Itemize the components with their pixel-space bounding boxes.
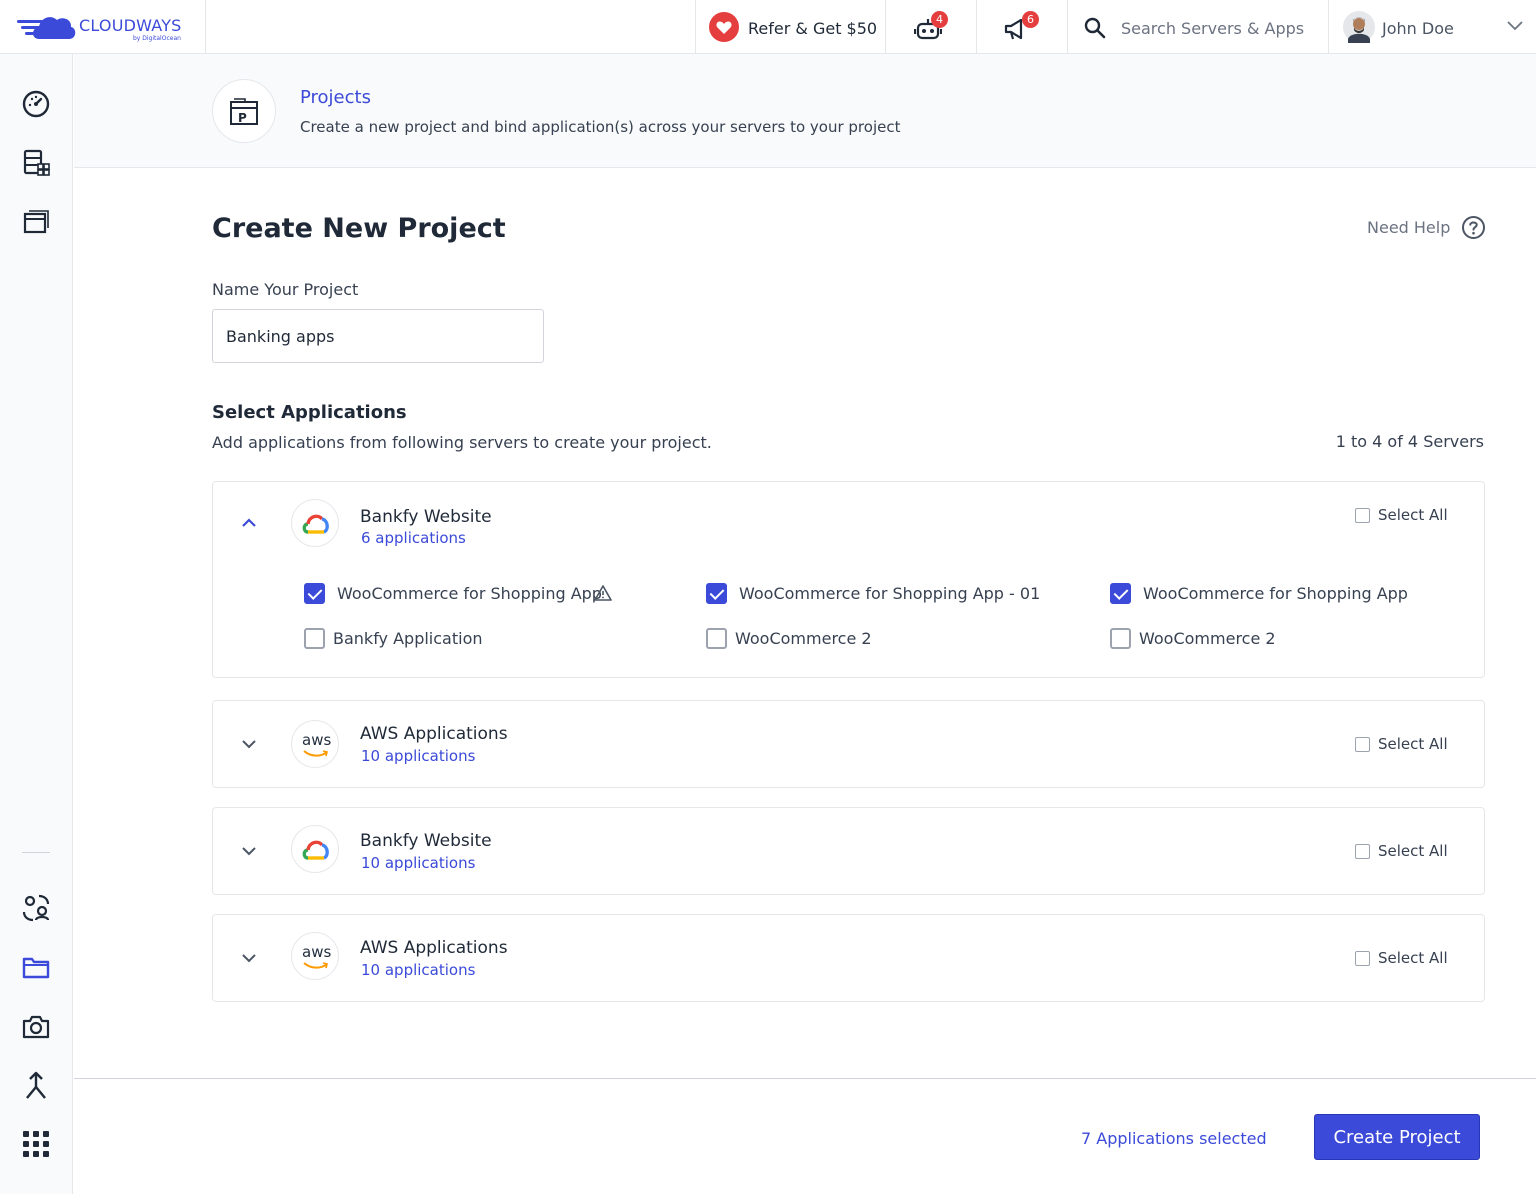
header-description: Create a new project and bind applicatio… bbox=[300, 118, 901, 136]
server-name: Bankfy Website bbox=[360, 831, 492, 851]
avatar bbox=[1343, 11, 1375, 43]
footer-bar: 7 Applications selected Create Project bbox=[74, 1078, 1536, 1194]
bot-badge: 4 bbox=[931, 11, 948, 28]
projects-folder-icon[interactable] bbox=[20, 951, 52, 983]
announcements-button[interactable]: 6 bbox=[976, 0, 1068, 54]
server-name: AWS Applications bbox=[360, 938, 508, 958]
dashboard-gauge-icon[interactable] bbox=[20, 88, 52, 120]
server-card: Bankfy Website 10 applications Select Al… bbox=[212, 807, 1485, 895]
app-label: WooCommerce for Shopping App bbox=[337, 584, 602, 603]
aws-logo-text: aws bbox=[302, 943, 332, 961]
server-apps-count[interactable]: 6 applications bbox=[361, 529, 466, 547]
server-name: Bankfy Website bbox=[360, 507, 492, 527]
app-checkbox[interactable] bbox=[706, 583, 727, 604]
brand-sub: by DigitalOcean bbox=[133, 35, 181, 42]
project-name-input[interactable] bbox=[212, 309, 544, 363]
sidebar bbox=[0, 54, 73, 1194]
aws-logo: aws bbox=[291, 720, 339, 768]
app-checkbox[interactable] bbox=[1110, 628, 1131, 649]
chevron-down-icon[interactable] bbox=[239, 948, 259, 968]
server-apps-count[interactable]: 10 applications bbox=[361, 961, 475, 979]
aws-smile-icon bbox=[303, 750, 328, 757]
google-cloud-icon bbox=[302, 514, 329, 534]
select-all-label: Select All bbox=[1378, 506, 1448, 524]
servers-icon[interactable] bbox=[20, 147, 52, 179]
header-title[interactable]: Projects bbox=[300, 87, 371, 108]
app-label: WooCommerce 2 bbox=[1139, 629, 1276, 648]
page-title: Create New Project bbox=[212, 213, 506, 244]
user-name: John Doe bbox=[1382, 19, 1454, 38]
aws-logo-text: aws bbox=[302, 731, 332, 749]
app-checkbox[interactable] bbox=[304, 583, 325, 604]
server-card: aws AWS Applications 10 applications Sel… bbox=[212, 700, 1485, 788]
select-all-label: Select All bbox=[1378, 735, 1448, 753]
applications-window-icon[interactable] bbox=[20, 206, 52, 238]
select-applications-description: Add applications from following servers … bbox=[212, 433, 712, 452]
svg-text:P: P bbox=[238, 111, 247, 125]
add-on-camera-icon[interactable] bbox=[20, 1011, 52, 1043]
merge-arrow-icon[interactable] bbox=[20, 1070, 52, 1102]
app-label: Bankfy Application bbox=[333, 629, 483, 648]
project-name-label: Name Your Project bbox=[212, 280, 359, 299]
top-bar: CLOUDWAYS by DigitalOcean Refer & Get $5… bbox=[0, 0, 1536, 54]
user-menu[interactable]: John Doe bbox=[1328, 0, 1536, 54]
select-all-label: Select All bbox=[1378, 842, 1448, 860]
app-label: WooCommerce for Shopping App - 01 bbox=[739, 584, 1041, 603]
project-icon-badge: P bbox=[212, 79, 276, 143]
bot-button[interactable]: 4 bbox=[885, 0, 977, 54]
chevron-down-icon bbox=[1507, 21, 1523, 31]
search-box[interactable]: Search Servers & Apps bbox=[1067, 0, 1329, 54]
help-question-icon[interactable] bbox=[1461, 215, 1486, 240]
refer-label: Refer & Get $50 bbox=[748, 19, 878, 38]
apps-grid-icon[interactable] bbox=[20, 1128, 52, 1160]
server-name: AWS Applications bbox=[360, 724, 508, 744]
server-apps-count[interactable]: 10 applications bbox=[361, 747, 475, 765]
google-cloud-icon bbox=[302, 840, 329, 860]
select-all-label: Select All bbox=[1378, 949, 1448, 967]
google-cloud-logo bbox=[291, 825, 339, 873]
app-checkbox[interactable] bbox=[304, 628, 325, 649]
refer-button[interactable]: Refer & Get $50 bbox=[695, 0, 886, 54]
search-icon bbox=[1084, 17, 1106, 39]
select-all-box[interactable] bbox=[1355, 508, 1370, 523]
cloudways-logo[interactable]: CLOUDWAYS by DigitalOcean bbox=[0, 0, 206, 54]
server-card: Bankfy Website 6 applications Select All… bbox=[212, 481, 1485, 678]
cloud-logo-icon bbox=[17, 17, 76, 39]
server-card: aws AWS Applications 10 applications Sel… bbox=[212, 914, 1485, 1002]
team-sync-icon[interactable] bbox=[20, 892, 52, 924]
heart-icon bbox=[709, 12, 739, 42]
chevron-up-icon[interactable] bbox=[239, 513, 259, 533]
aws-smile-icon bbox=[303, 962, 328, 969]
app-label: WooCommerce for Shopping App bbox=[1143, 584, 1408, 603]
chevron-down-icon[interactable] bbox=[239, 841, 259, 861]
app-label: WooCommerce 2 bbox=[735, 629, 872, 648]
aws-logo: aws bbox=[291, 932, 339, 980]
app-checkbox[interactable] bbox=[706, 628, 727, 649]
warning-triangle-icon bbox=[594, 585, 612, 601]
selected-applications-count: 7 Applications selected bbox=[1081, 1129, 1267, 1148]
page-header: P Projects Create a new project and bind… bbox=[74, 54, 1536, 168]
select-applications-title: Select Applications bbox=[212, 402, 407, 423]
select-all-box[interactable] bbox=[1355, 844, 1370, 859]
server-count: 1 to 4 of 4 Servers bbox=[1335, 432, 1484, 451]
select-all-box[interactable] bbox=[1355, 737, 1370, 752]
app-checkbox[interactable] bbox=[1110, 583, 1131, 604]
need-help-link[interactable]: Need Help bbox=[1367, 218, 1450, 237]
project-window-icon: P bbox=[230, 98, 258, 125]
announcements-badge: 6 bbox=[1022, 11, 1039, 28]
google-cloud-logo bbox=[291, 499, 339, 547]
sidebar-divider bbox=[22, 852, 50, 853]
chevron-down-icon[interactable] bbox=[239, 734, 259, 754]
server-apps-count[interactable]: 10 applications bbox=[361, 854, 475, 872]
search-placeholder: Search Servers & Apps bbox=[1121, 19, 1305, 38]
brand-name: CLOUDWAYS bbox=[79, 16, 182, 35]
create-project-button[interactable]: Create Project bbox=[1314, 1114, 1480, 1160]
select-all-box[interactable] bbox=[1355, 951, 1370, 966]
